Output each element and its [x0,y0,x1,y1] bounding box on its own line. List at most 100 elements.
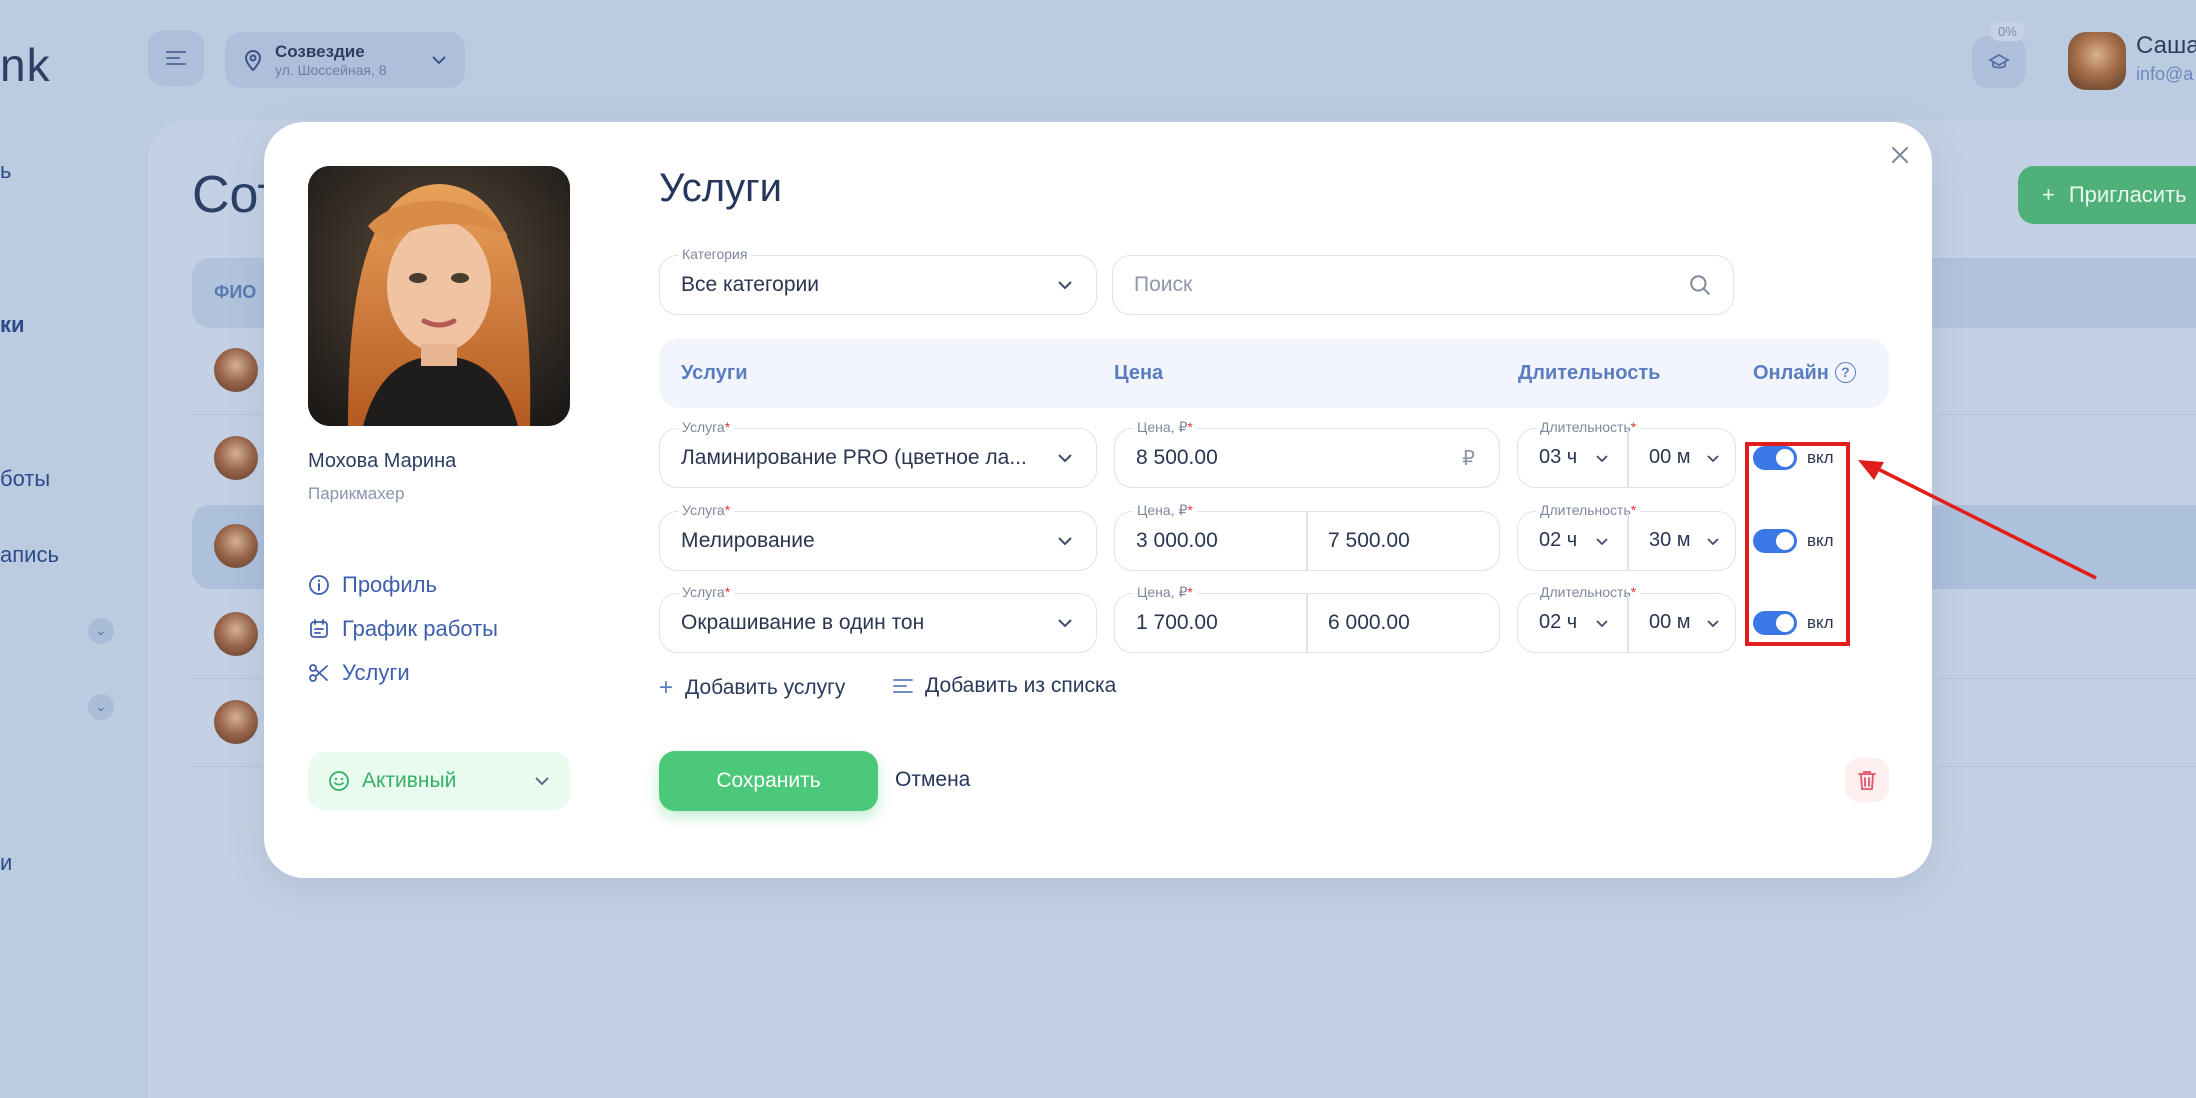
add-from-list-label: Добавить из списка [925,674,1117,697]
sidebar-item[interactable]: апись [0,542,59,568]
close-icon[interactable] [1883,138,1917,172]
column-header-online: Онлайн? [1753,362,1856,385]
add-from-list-button[interactable]: Добавить из списка [893,674,1116,698]
price-field-label: Цена, ₽* [1133,418,1197,436]
price-value: 8 500.00 [1136,446,1218,469]
status-dropdown[interactable]: Активный [308,752,570,810]
chevron-down-icon [1058,281,1072,290]
status-label: Активный [362,769,457,792]
service-field-label: Услуга* [678,418,735,436]
logo: nk [0,39,51,91]
search-input[interactable]: Поиск [1112,255,1734,315]
add-service-button[interactable]: + Добавить услугу [659,674,845,702]
chevron-down-icon [1058,537,1072,546]
chevron-down-icon[interactable]: ⌄ [88,694,114,720]
column-header-price: Цена [1114,362,1164,384]
minutes-select[interactable]: 00 м [1649,611,1691,634]
menu-icon [166,51,186,65]
trash-icon [1858,771,1876,790]
nav-profile-label: Профиль [342,572,437,597]
search-icon[interactable] [1689,274,1711,296]
sidebar-item-active[interactable]: ки [0,312,25,338]
user-name: Саша [2136,32,2196,59]
category-value: Все категории [681,273,819,296]
ruble-icon: ₽ [1462,447,1475,470]
sidebar-item[interactable]: ь [0,158,11,184]
price-to[interactable]: 6 000.00 [1307,611,1410,635]
employee-photo [308,166,570,426]
column-header-online-label: Онлайн [1753,362,1829,384]
education-button[interactable] [1972,36,2026,88]
nav-services-label: Услуги [342,660,410,685]
duration-field-label: Длительность* [1536,583,1641,601]
invite-button[interactable]: + Пригласить [2018,166,2196,224]
delete-button[interactable] [1845,758,1889,802]
service-name: Ламинирование PRO (цветное ла... [681,446,1027,469]
help-icon[interactable]: ? [1834,362,1856,383]
invite-label: Пригласить [2068,182,2187,207]
chevron-down-icon [1707,620,1719,628]
price-from[interactable]: 1 700.00 [1115,611,1307,635]
price-to[interactable]: 7 500.00 [1307,529,1410,553]
calendar-icon [310,619,328,638]
chevron-down-icon [1596,455,1608,463]
employee-role: Парикмахер [308,484,405,503]
employee-name: Мохова Марина [308,450,457,472]
avatar [214,524,258,568]
divider [1627,429,1629,487]
info-icon [309,575,329,595]
category-select[interactable]: Категория Все категории [659,245,1097,315]
service-select[interactable]: Услуга* Мелирование [659,501,1097,571]
avatar [214,348,258,392]
chevron-down-icon[interactable]: ⌄ [88,618,114,644]
plus-icon: + [2042,182,2055,207]
nav-profile[interactable]: Профиль [308,572,437,598]
progress-badge: 0% [1990,22,2025,41]
price-field-label: Цена, ₽* [1133,583,1197,601]
price-input[interactable]: Цена, ₽* 8 500.00 ₽ [1114,418,1500,488]
cancel-button[interactable]: Отмена [895,768,970,792]
graduation-cap-icon [1988,53,2010,69]
column-header-duration: Длительность [1518,362,1661,384]
add-service-label: Добавить услугу [685,676,846,699]
chevron-down-icon [432,56,446,65]
divider [1627,594,1629,652]
search-placeholder: Поиск [1134,273,1193,296]
nav-schedule-label: График работы [342,616,498,641]
hours-select[interactable]: 02 ч [1539,529,1577,552]
map-pin-icon [244,50,262,71]
list-icon [893,679,913,693]
smile-icon [329,771,349,791]
annotation-highlight-box [1745,442,1850,646]
user-avatar[interactable] [2068,32,2126,90]
chevron-down-icon [1707,455,1719,463]
service-field-label: Услуга* [678,583,735,601]
hours-select[interactable]: 03 ч [1539,446,1577,469]
minutes-select[interactable]: 00 м [1649,446,1691,469]
column-header-service: Услуги [681,362,748,384]
price-from[interactable]: 3 000.00 [1115,529,1307,553]
save-button[interactable]: Сохранить [659,751,878,811]
divider [1627,512,1629,570]
service-field-label: Услуга* [678,501,735,519]
location-selector[interactable]: Созвездие ул. Шоссейная, 8 [225,32,465,88]
hours-select[interactable]: 02 ч [1539,611,1577,634]
nav-services[interactable]: Услуги [308,660,410,686]
services-table-header [659,338,1889,408]
chevron-down-icon [1058,454,1072,463]
minutes-select[interactable]: 30 м [1649,529,1691,552]
duration-field-label: Длительность* [1536,501,1641,519]
nav-schedule[interactable]: График работы [308,616,498,642]
menu-toggle-button[interactable] [148,30,204,86]
service-name: Мелирование [681,529,815,552]
plus-icon: + [659,674,674,701]
service-select[interactable]: Услуга* Ламинирование PRO (цветное ла... [659,418,1097,488]
sidebar-item[interactable]: боты [0,466,50,492]
avatar [214,612,258,656]
modal-title: Услуги [659,166,783,210]
divider [1306,594,1308,652]
user-email: info@a [2136,64,2194,84]
service-select[interactable]: Услуга* Окрашивание в один тон [659,583,1097,653]
chevron-down-icon [1058,619,1072,628]
sidebar-item[interactable]: и [0,850,12,876]
